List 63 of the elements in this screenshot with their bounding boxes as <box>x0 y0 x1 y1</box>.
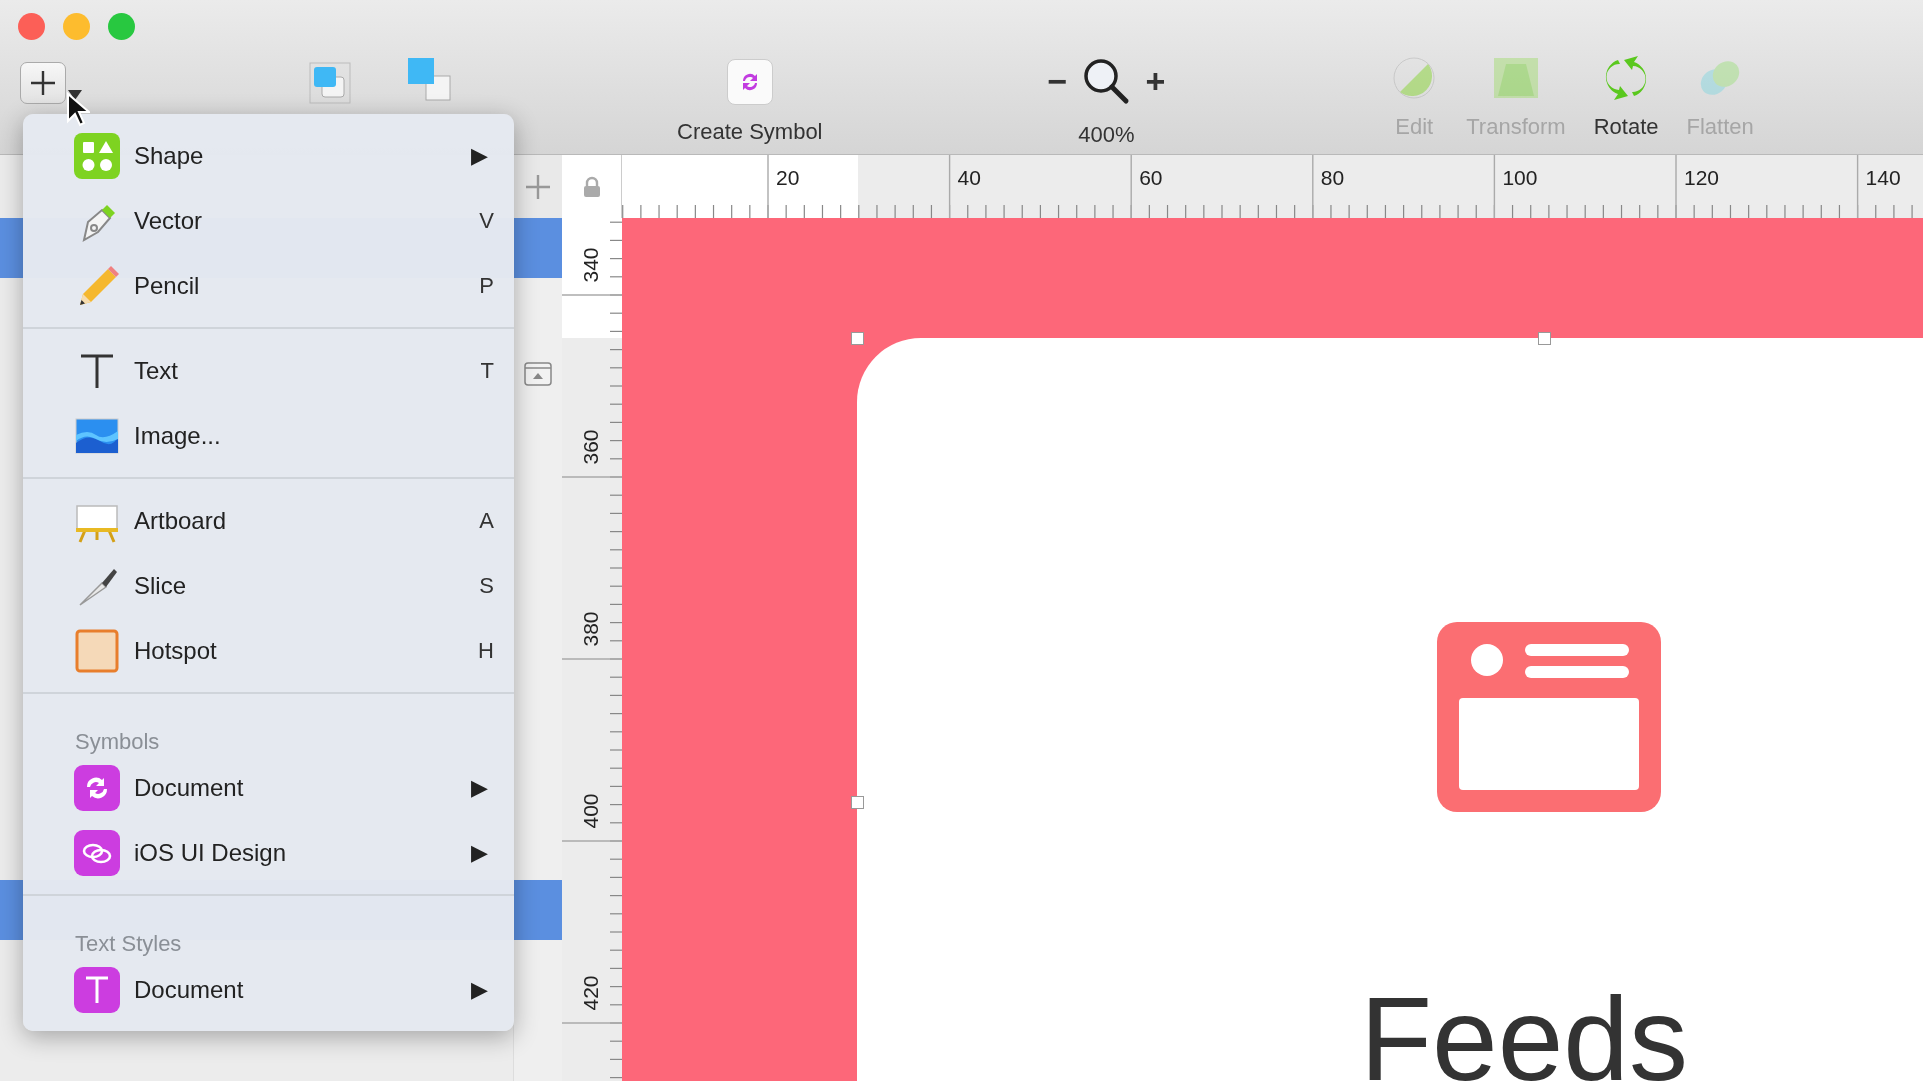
artboard-title: Feeds <box>1360 980 1689 1081</box>
ruler-label: 80 <box>1320 166 1345 189</box>
zoom-in-button[interactable]: + <box>1145 61 1166 101</box>
menu-item[interactable]: Text T <box>23 338 514 403</box>
square-icon <box>74 627 120 674</box>
menu-section-header: Text Styles <box>74 930 183 957</box>
submenu-arrow: ▶ <box>471 839 488 866</box>
plus-icon <box>28 68 58 98</box>
menu-item[interactable]: Pencil P <box>23 253 514 318</box>
selection-handle[interactable] <box>1538 332 1551 345</box>
ruler-label: 140 <box>1865 166 1901 189</box>
shortcut-key: A <box>479 507 494 534</box>
text-style-icon <box>74 966 120 1013</box>
ruler-label: 100 <box>1502 166 1538 189</box>
menu-item[interactable]: Hotspot H <box>23 618 514 683</box>
symbol-icon <box>74 764 120 811</box>
caret-icon[interactable] <box>68 90 82 100</box>
menu-item[interactable]: Shape ▶ <box>23 123 514 188</box>
ruler-label: 20 <box>776 166 800 189</box>
selection-handle[interactable] <box>851 796 864 809</box>
collapse-icon[interactable] <box>524 362 553 386</box>
add-button[interactable] <box>20 62 66 104</box>
window-control-button[interactable] <box>108 13 135 40</box>
ruler-label: 360 <box>579 429 602 465</box>
create-symbol-icon[interactable] <box>726 59 773 105</box>
ruler-label: 120 <box>1684 166 1720 189</box>
zoom-level: 400% <box>1078 122 1135 148</box>
shortcut-key: V <box>479 207 494 234</box>
lock-icon[interactable] <box>581 175 602 198</box>
zoom-out-button[interactable]: − <box>1047 61 1068 101</box>
menu-item[interactable]: Document ▶ <box>23 957 514 1022</box>
shortcut-key: P <box>479 272 494 299</box>
ruler-label: 400 <box>579 793 602 829</box>
layers-icon[interactable] <box>306 59 354 107</box>
shapes-icon <box>74 132 120 179</box>
menu-item[interactable]: Image... <box>23 403 514 468</box>
submenu-arrow: ▶ <box>471 142 488 169</box>
shortcut-key: S <box>479 572 494 599</box>
window-control-button[interactable] <box>63 13 90 40</box>
menu-item[interactable]: Slice S <box>23 553 514 618</box>
menu-section-header: Symbols <box>74 728 161 755</box>
browser-window-icon <box>1437 622 1661 812</box>
link-icon <box>74 829 120 876</box>
ruler-label: 340 <box>579 247 602 283</box>
create-symbol-label[interactable]: Create Symbol <box>677 119 823 145</box>
tool-label[interactable]: Rotate <box>1593 114 1659 140</box>
shortcut-key: T <box>480 357 494 384</box>
window-control-button[interactable] <box>18 13 45 40</box>
ruler-label: 40 <box>957 166 981 189</box>
menu-item[interactable]: Artboard A <box>23 488 514 553</box>
shortcut-key: H <box>478 637 494 664</box>
menu-item[interactable]: Document ▶ <box>23 755 514 820</box>
cursor-icon <box>66 92 90 128</box>
submenu-arrow: ▶ <box>471 774 488 801</box>
selected-layer-row[interactable] <box>514 880 562 940</box>
menu-item[interactable]: Vector V <box>23 188 514 253</box>
submenu-arrow: ▶ <box>471 976 488 1003</box>
selected-layer-row[interactable] <box>514 218 562 278</box>
ruler-label: 60 <box>1139 166 1163 189</box>
selection-handle[interactable] <box>851 332 864 345</box>
ruler-label: 420 <box>579 975 602 1011</box>
ruler-label: 380 <box>579 611 602 647</box>
menu-item[interactable]: iOS UI Design ▶ <box>23 820 514 885</box>
